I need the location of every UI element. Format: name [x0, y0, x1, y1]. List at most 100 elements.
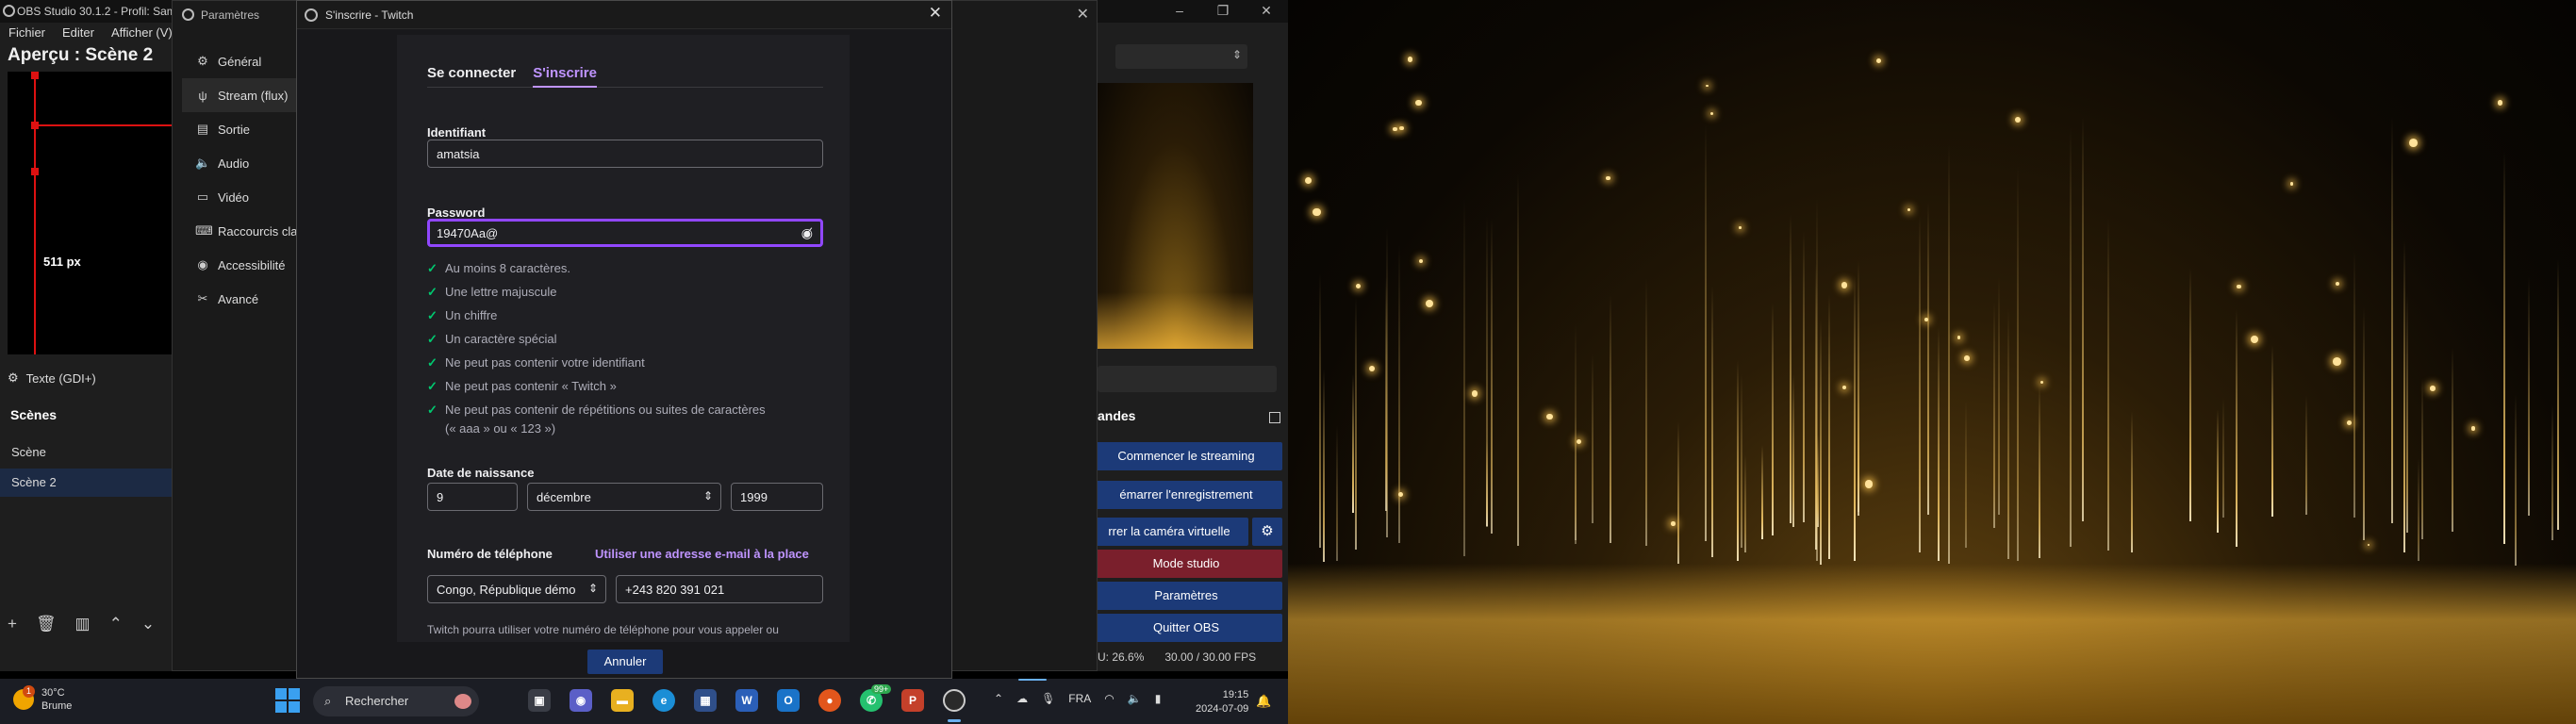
system-clock[interactable]: 19:15 2024-07-09: [1196, 688, 1248, 716]
settings-button[interactable]: Paramètres: [1090, 582, 1282, 610]
close-icon[interactable]: ✕: [1245, 0, 1288, 23]
word-icon[interactable]: W: [735, 689, 758, 712]
task-view-icon[interactable]: ▣: [528, 689, 551, 712]
obs-logo-icon: [182, 8, 194, 21]
username-label: Identifiant: [427, 125, 487, 140]
studio-mode-button[interactable]: Mode studio: [1090, 550, 1282, 578]
chevron-updown-icon: ⇕: [702, 489, 713, 502]
microphone-icon[interactable]: 🎙: [1041, 692, 1055, 705]
resize-handle[interactable]: [31, 72, 39, 79]
virtual-camera-settings-icon[interactable]: ⚙: [1252, 518, 1282, 546]
weather-widget[interactable]: 1 30°C Brume: [13, 685, 72, 713]
country-select[interactable]: Congo, République démo ⇕: [427, 575, 606, 603]
light-streak: [1516, 173, 1519, 547]
light-streak: [1857, 260, 1859, 517]
password-input[interactable]: 19470Aa@ ◉̸: [427, 219, 823, 247]
light-streak: [1384, 277, 1387, 511]
dob-year-input[interactable]: 1999: [731, 483, 823, 511]
obs-taskbar-icon[interactable]: [943, 689, 966, 712]
menu-editer[interactable]: Editer: [54, 23, 103, 43]
source-gear-icon[interactable]: ⚙: [8, 370, 19, 386]
search-placeholder: Rechercher: [345, 694, 409, 708]
maximize-icon[interactable]: ❐: [1201, 0, 1245, 23]
start-streaming-button[interactable]: Commencer le streaming: [1090, 442, 1282, 470]
firefox-icon[interactable]: ●: [818, 689, 841, 712]
powerpoint-icon[interactable]: P: [901, 689, 924, 712]
chevron-up-icon[interactable]: ⌃: [994, 692, 1003, 705]
resize-handle[interactable]: [31, 122, 39, 129]
check-icon: ✓: [427, 308, 438, 322]
file-explorer-icon[interactable]: ▬: [611, 689, 634, 712]
sparkle: [1305, 176, 1313, 184]
tab-login[interactable]: Se connecter: [427, 63, 516, 88]
username-input[interactable]: amatsia: [427, 140, 823, 168]
dob-month-select[interactable]: décembre ⇕: [527, 483, 721, 511]
password-rule: ✓ Ne peut pas contenir votre identifiant: [427, 354, 823, 371]
light-streak: [2221, 396, 2224, 518]
light-streak: [1743, 453, 1746, 553]
quit-obs-button[interactable]: Quitter OBS: [1090, 614, 1282, 642]
windows-start-icon[interactable]: [275, 688, 300, 713]
monitor-icon: ▭: [196, 189, 209, 204]
language-indicator[interactable]: FRA: [1068, 692, 1091, 705]
add-scene-icon[interactable]: +: [8, 615, 17, 634]
menu-afficher[interactable]: Afficher (V): [103, 23, 181, 43]
close-icon[interactable]: ✕: [929, 4, 942, 23]
cancel-button[interactable]: Annuler: [587, 650, 663, 674]
minimize-icon[interactable]: –: [1158, 0, 1201, 23]
settings-nav-label: Audio: [218, 156, 250, 171]
sparkle: [1709, 111, 1713, 115]
light-streak: [2514, 394, 2517, 566]
store-icon[interactable]: ▦: [694, 689, 717, 712]
hide-password-icon[interactable]: ◉̸: [801, 225, 813, 241]
dob-day-input[interactable]: 9: [427, 483, 518, 511]
undock-icon[interactable]: [1269, 412, 1280, 423]
light-streak: [1927, 202, 1930, 515]
scene-item[interactable]: Scène 2: [0, 469, 172, 497]
password-rule-text: Au moins 8 caractères.: [445, 261, 570, 275]
remove-scene-icon[interactable]: 🗑: [36, 615, 57, 634]
virtual-camera-button[interactable]: rrer la caméra virtuelle: [1090, 518, 1248, 546]
edge-icon[interactable]: e: [652, 689, 675, 712]
light-streak: [1677, 421, 1680, 565]
notification-bell-icon[interactable]: 🔔: [1256, 694, 1271, 709]
password-rule-text: Un caractère spécial: [445, 332, 557, 346]
battery-icon[interactable]: ▮: [1155, 692, 1162, 705]
onedrive-icon[interactable]: ☁: [1016, 692, 1028, 705]
taskbar-search[interactable]: ⌕ Rechercher: [313, 686, 479, 716]
sparkle: [1407, 57, 1413, 62]
outlook-icon[interactable]: O: [777, 689, 800, 712]
tab-signup[interactable]: S'inscrire: [533, 63, 597, 88]
scene-item[interactable]: Scène: [0, 438, 172, 467]
volume-icon[interactable]: 🔈: [1128, 692, 1142, 705]
menu-fichier[interactable]: Fichier: [0, 23, 54, 43]
wifi-icon[interactable]: ◠: [1104, 692, 1114, 705]
close-icon[interactable]: ✕: [1077, 5, 1089, 24]
teams-icon[interactable]: ◉: [570, 689, 592, 712]
move-down-icon[interactable]: ⌄: [141, 615, 155, 634]
light-streak: [1609, 293, 1611, 543]
use-email-link[interactable]: Utiliser une adresse e-mail à la place: [595, 547, 809, 561]
sparkle: [1842, 385, 1847, 389]
clock-time: 19:15: [1222, 689, 1249, 700]
sparkle: [1606, 175, 1610, 181]
resize-handle[interactable]: [31, 168, 39, 175]
accessibility-icon: ◉: [197, 257, 208, 272]
source-properties-row[interactable]: ⚙ Texte (GDI+): [8, 370, 96, 386]
phone-input[interactable]: +243 820 391 021: [616, 575, 823, 603]
password-rule: ✓ Ne peut pas contenir de répétitions ou …: [427, 402, 823, 419]
light-streak: [2216, 408, 2219, 533]
settings-nav-label: Raccourcis cla: [218, 223, 298, 239]
transition-field[interactable]: [1098, 366, 1277, 392]
scene-filters-icon[interactable]: ▥: [75, 615, 91, 634]
settings-select[interactable]: [1115, 44, 1247, 69]
sparkle: [2347, 420, 2353, 426]
check-icon: ✓: [427, 403, 438, 417]
light-streak: [1335, 424, 1338, 562]
start-recording-button[interactable]: émarrer l'enregistrement: [1090, 481, 1282, 509]
scene-preview[interactable]: 511 px: [8, 72, 177, 354]
sparkle: [1705, 84, 1709, 88]
sparkle: [1425, 300, 1433, 308]
light-streak: [2406, 293, 2409, 533]
move-up-icon[interactable]: ⌃: [109, 615, 123, 634]
